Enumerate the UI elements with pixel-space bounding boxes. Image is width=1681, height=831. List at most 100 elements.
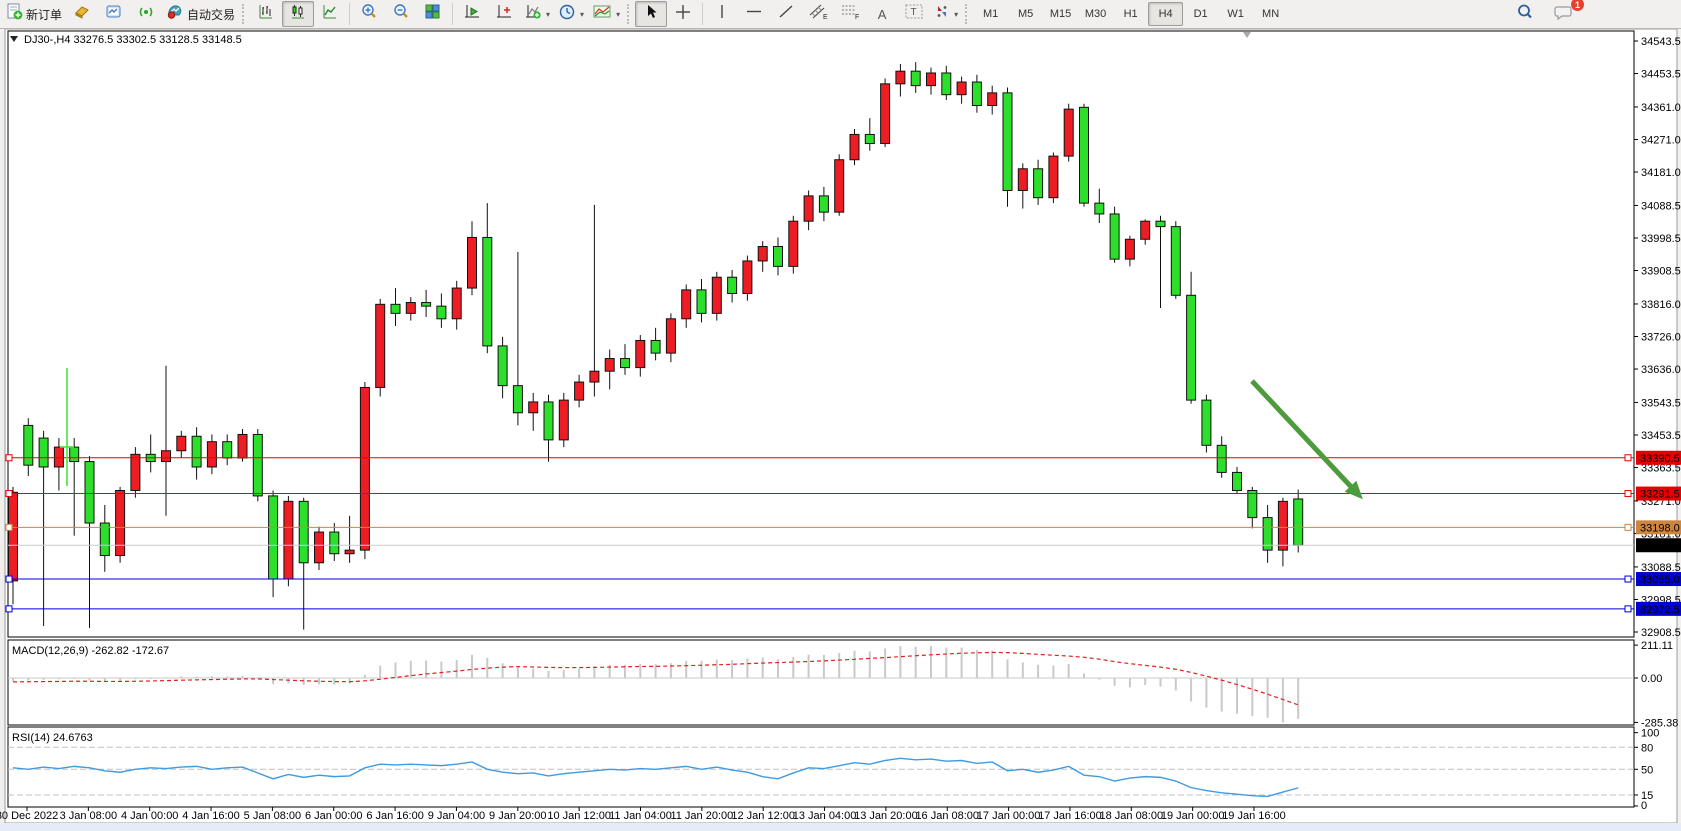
main-price-panel[interactable]: [8, 31, 1634, 637]
toolbar-separator: [452, 3, 453, 25]
macd-histogram-bar: [716, 660, 718, 678]
arrows-tool-button[interactable]: ▾: [930, 1, 962, 27]
timeframe-m5-button[interactable]: M5: [1008, 2, 1043, 26]
timeframe-m1-button[interactable]: M1: [973, 2, 1008, 26]
text-label-tool-button[interactable]: T: [898, 1, 930, 27]
macd-histogram-bar: [976, 650, 978, 678]
zoom-out-button[interactable]: [385, 1, 417, 27]
timeframe-h1-button[interactable]: H1: [1113, 2, 1148, 26]
signals-button[interactable]: [130, 1, 162, 27]
search-icon: [1516, 3, 1534, 26]
macd-panel[interactable]: [8, 640, 1634, 725]
timeframe-mn-button[interactable]: MN: [1253, 2, 1288, 26]
candle-body: [85, 462, 94, 523]
candle-body: [284, 501, 293, 579]
candle-body: [804, 196, 813, 221]
new-order-button[interactable]: 新订单: [2, 1, 66, 27]
timeframe-w1-button[interactable]: W1: [1218, 2, 1253, 26]
templates-button[interactable]: ▾: [588, 1, 624, 27]
equidistant-channel-icon: E: [808, 3, 828, 25]
hline-handle[interactable]: [1625, 576, 1631, 582]
hline-handle[interactable]: [1625, 455, 1631, 461]
equidistant-channel-tool-button[interactable]: E: [802, 1, 834, 27]
notifications-button[interactable]: 1: [1547, 1, 1579, 27]
macd-histogram-bar: [1129, 678, 1131, 687]
signals-icon: [137, 3, 155, 25]
candle-body: [116, 490, 125, 555]
periods-button[interactable]: ▾: [554, 1, 588, 27]
tile-windows-button[interactable]: [417, 1, 449, 27]
macd-histogram-bar: [27, 678, 29, 680]
hline-handle[interactable]: [1625, 491, 1631, 497]
market-watch-button[interactable]: [66, 1, 98, 27]
add-indicator-button[interactable]: ▾: [520, 1, 554, 27]
hline-handle[interactable]: [6, 606, 12, 612]
price-tick-label: 33726.0: [1641, 331, 1681, 343]
vertical-line-tool-button[interactable]: [706, 1, 738, 27]
timeframe-label: M15: [1050, 8, 1071, 20]
time-tick-label: 17 Jan 00:00: [977, 810, 1041, 822]
candle-body: [376, 304, 385, 387]
candle-body: [315, 532, 324, 563]
price-tick-label: 33453.5: [1641, 430, 1681, 442]
macd-histogram-bar: [548, 671, 550, 678]
zoom-in-button[interactable]: [353, 1, 385, 27]
hline-handle[interactable]: [1625, 606, 1631, 612]
candle-body: [789, 221, 798, 266]
trendline-icon: [777, 3, 795, 25]
candle-body: [911, 71, 920, 85]
auto-trading-icon: [166, 3, 184, 25]
search-button[interactable]: [1509, 1, 1541, 27]
cursor-tool-button[interactable]: [635, 1, 667, 27]
time-tick-label: 9 Jan 20:00: [489, 810, 547, 822]
price-tick-label: 32908.5: [1641, 627, 1681, 639]
hline-price-label: 33148.5: [1640, 540, 1680, 552]
macd-histogram-bar: [854, 651, 856, 678]
candle-body: [452, 288, 461, 319]
auto-scroll-button[interactable]: [456, 1, 488, 27]
line-chart-button[interactable]: [314, 1, 346, 27]
candle-body: [192, 436, 201, 467]
candlestick-chart-icon: [289, 3, 307, 25]
timeframe-d1-button[interactable]: D1: [1183, 2, 1218, 26]
time-tick-label: 5 Jan 08:00: [244, 810, 302, 822]
hline-handle[interactable]: [6, 524, 12, 530]
candle-body: [712, 277, 721, 313]
candlestick-chart-button[interactable]: [282, 1, 314, 27]
hline-handle[interactable]: [6, 455, 12, 461]
price-tick-label: 34088.5: [1641, 200, 1681, 212]
macd-histogram-bar: [73, 678, 75, 679]
macd-histogram-bar: [471, 655, 473, 678]
navigator-button[interactable]: [98, 1, 130, 27]
macd-histogram-bar: [746, 659, 748, 678]
price-tick-label: 33636.0: [1641, 364, 1681, 376]
chart-canvas[interactable]: 34543.534453.534361.034271.034181.034088…: [0, 0, 1681, 831]
hline-price-label: 33198.0: [1640, 522, 1680, 534]
candle-body: [850, 134, 859, 159]
auto-trading-button[interactable]: 自动交易: [162, 1, 239, 27]
trendline-tool-button[interactable]: [770, 1, 802, 27]
macd-histogram-bar: [945, 648, 947, 678]
macd-histogram-bar: [502, 663, 504, 678]
chart-shift-button[interactable]: [488, 1, 520, 27]
bar-chart-button[interactable]: [250, 1, 282, 27]
text-tool-button[interactable]: A: [866, 1, 898, 27]
timeframe-m30-button[interactable]: M30: [1078, 2, 1113, 26]
time-tick-label: 16 Jan 08:00: [915, 810, 979, 822]
horizontal-line-tool-button[interactable]: [738, 1, 770, 27]
timeframe-h4-button[interactable]: H4: [1148, 2, 1183, 26]
hline-handle[interactable]: [1625, 524, 1631, 530]
timeframe-label: M1: [983, 8, 998, 20]
candle-body: [758, 246, 767, 260]
price-tick-label: 34271.0: [1641, 134, 1681, 146]
hline-handle[interactable]: [6, 491, 12, 497]
hline-handle[interactable]: [6, 576, 12, 582]
crosshair-icon: [674, 3, 692, 26]
macd-histogram-bar: [1160, 678, 1162, 687]
macd-histogram-bar: [318, 678, 320, 684]
crosshair-tool-button[interactable]: [667, 1, 699, 27]
macd-histogram-bar: [379, 666, 381, 678]
fibonacci-tool-button[interactable]: F: [834, 1, 866, 27]
macd-histogram-bar: [1052, 666, 1054, 678]
timeframe-m15-button[interactable]: M15: [1043, 2, 1078, 26]
